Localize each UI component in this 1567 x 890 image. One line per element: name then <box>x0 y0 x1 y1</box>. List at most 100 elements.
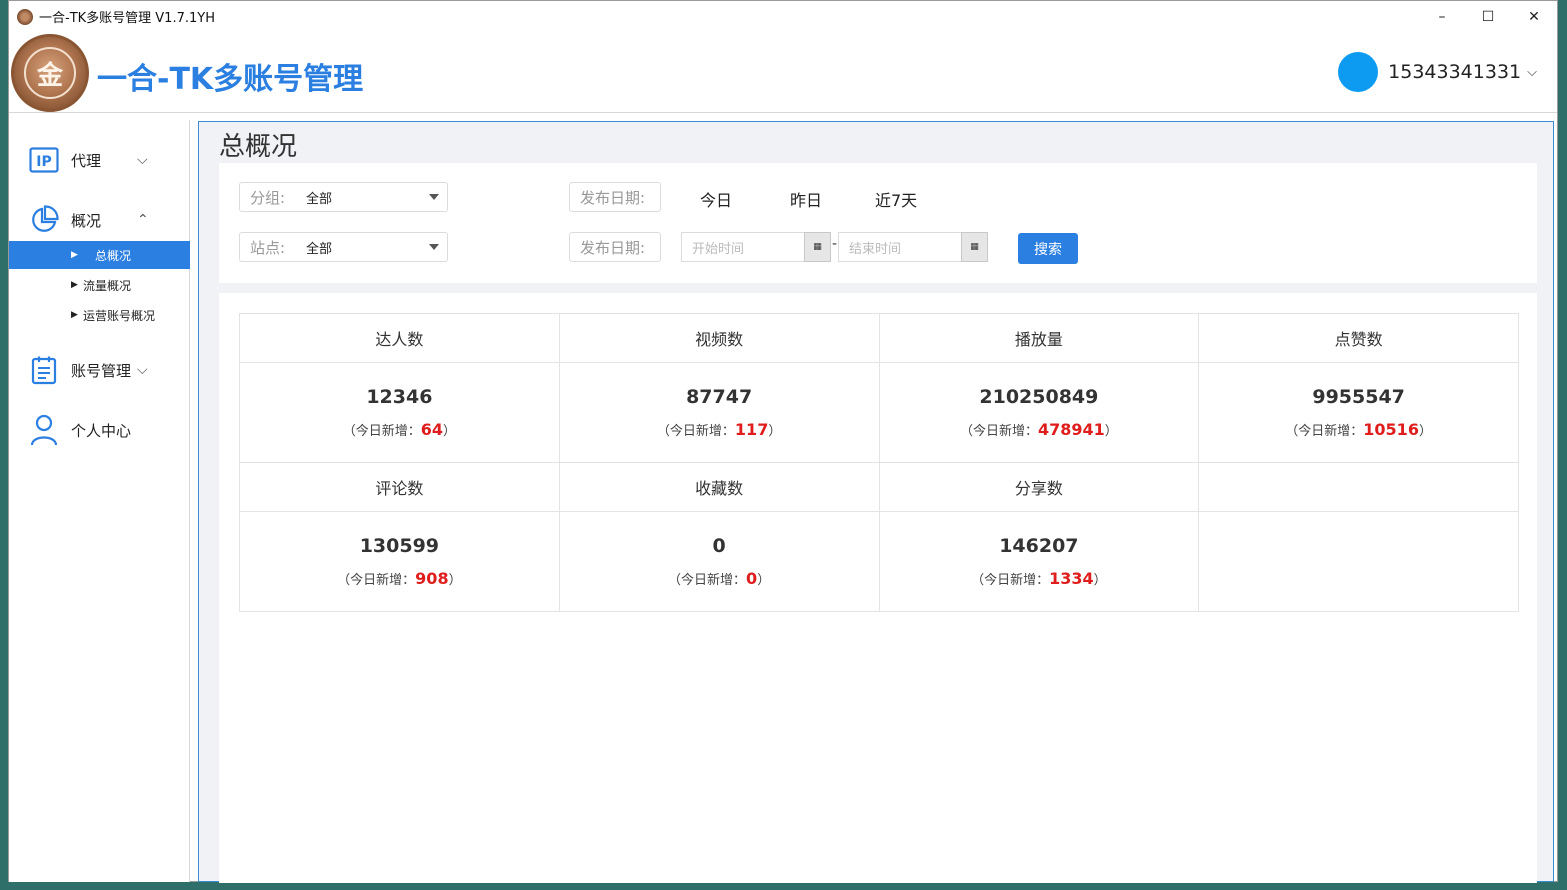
stat-value: 146207 <box>999 535 1079 557</box>
sidebar-subitem-label: 流量概况 <box>83 278 132 293</box>
sidebar-item-label: 概况 <box>71 211 102 230</box>
stat-increase: （今日新增：0） <box>668 569 771 588</box>
stat-value: 210250849 <box>979 386 1099 408</box>
sidebar-subitem-traffic-overview[interactable]: ▶ 流量概况 <box>9 271 190 299</box>
app-header: 金 一合-TK多账号管理 15343341331 ⌵ <box>9 32 1557 113</box>
stat-value: 87747 <box>686 386 753 408</box>
stat-increase-value: 0 <box>746 569 758 588</box>
stats-grid: 达人数 视频数 播放量 点赞数 12346 （今日新增：64） 87747 （今… <box>239 313 1519 612</box>
pie-chart-icon <box>29 205 59 235</box>
publish-date-label: 发布日期: <box>569 182 661 212</box>
site-select[interactable]: 站点: 全部 <box>239 232 448 262</box>
group-label: 分组: <box>250 188 286 207</box>
sidebar-item-label: 账号管理 <box>71 361 132 380</box>
sidebar-item-personal-center[interactable]: 个人中心 <box>9 410 190 450</box>
stat-cell-plays: 210250849 （今日新增：478941） <box>879 363 1200 463</box>
chevron-down-icon: ⌵ <box>137 152 148 168</box>
stat-cell-comments: 130599 （今日新增：908） <box>240 512 560 612</box>
stat-value: 9955547 <box>1312 386 1405 408</box>
quick-date-today[interactable]: 今日 <box>700 187 732 211</box>
ip-icon: IP <box>29 145 59 175</box>
sidebar-item-label: 代理 <box>71 151 102 170</box>
site-label: 站点: <box>250 238 286 257</box>
stat-label-plays: 播放量 <box>879 314 1200 363</box>
search-button[interactable]: 搜索 <box>1018 233 1078 264</box>
chevron-up-icon: ⌃ <box>137 212 149 228</box>
stat-cell-videos: 87747 （今日新增：117） <box>559 363 880 463</box>
stat-increase: （今日新增：117） <box>656 420 782 439</box>
minimize-button[interactable]: – <box>1419 1 1465 32</box>
stat-increase: （今日新增：10516） <box>1285 420 1432 439</box>
sidebar-subitem-label: 运营账号概况 <box>83 308 156 323</box>
stat-label-favorites: 收藏数 <box>559 463 880 512</box>
stat-label-likes: 点赞数 <box>1199 314 1519 363</box>
stat-label-videos: 视频数 <box>559 314 880 363</box>
stat-increase: （今日新增：478941） <box>959 420 1118 439</box>
app-window: 一合-TK多账号管理 V1.7.1YH – ☐ ✕ 金 一合-TK多账号管理 1… <box>8 0 1558 883</box>
clipboard-icon <box>29 355 59 385</box>
stat-increase: （今日新增：1334） <box>971 569 1107 588</box>
sidebar-item-account-management[interactable]: 账号管理 ⌵ <box>9 350 190 390</box>
stat-label-comments: 评论数 <box>240 463 560 512</box>
app-icon <box>17 8 33 25</box>
stats-header-row: 达人数 视频数 播放量 点赞数 <box>240 314 1519 363</box>
chevron-down-icon[interactable]: ⌵ <box>1527 65 1537 80</box>
window-controls: – ☐ ✕ <box>1419 1 1557 32</box>
logo-mark: 金 <box>24 47 76 99</box>
calendar-icon[interactable]: ▦ <box>804 232 831 262</box>
stat-label-empty <box>1199 463 1519 512</box>
sidebar-subitem-account-overview[interactable]: ▶ 运营账号概况 <box>9 301 190 329</box>
stat-cell-shares: 146207 （今日新增：1334） <box>879 512 1200 612</box>
stat-increase-value: 1334 <box>1049 569 1094 588</box>
sidebar-item-proxy[interactable]: IP 代理 ⌵ <box>9 140 190 180</box>
caret-down-icon <box>429 194 439 200</box>
title-bar: 一合-TK多账号管理 V1.7.1YH – ☐ ✕ <box>9 1 1557 32</box>
svg-text:IP: IP <box>36 154 51 170</box>
stat-cell-likes: 9955547 （今日新增：10516） <box>1199 363 1519 463</box>
publish-date-range-label: 发布日期: <box>569 232 661 262</box>
logo: 金 <box>11 34 89 112</box>
username[interactable]: 15343341331 <box>1388 61 1521 83</box>
group-value: 全部 <box>306 191 333 207</box>
stat-increase: （今日新增：64） <box>342 420 457 439</box>
stat-increase-value: 908 <box>415 569 449 588</box>
avatar[interactable] <box>1338 52 1379 92</box>
brand-title: 一合-TK多账号管理 <box>97 62 364 97</box>
stat-label-influencers: 达人数 <box>240 314 560 363</box>
calendar-icon[interactable]: ▦ <box>961 232 988 262</box>
sidebar-subitem-label: 总概况 <box>95 248 132 263</box>
sidebar-subitem-total-overview[interactable]: ▶ 总概况 <box>9 241 190 269</box>
stat-cell-empty <box>1199 512 1519 612</box>
caret-down-icon <box>429 244 439 250</box>
stat-value: 130599 <box>359 535 440 557</box>
sidebar-item-label: 个人中心 <box>71 421 132 440</box>
stat-increase-value: 64 <box>420 420 443 439</box>
triangle-right-icon: ▶ <box>71 280 78 290</box>
stats-panel: 达人数 视频数 播放量 点赞数 12346 （今日新增：64） 87747 （今… <box>219 293 1537 883</box>
stats-header-row: 评论数 收藏数 分享数 <box>240 463 1519 512</box>
user-icon <box>29 414 59 446</box>
user-menu[interactable]: 15343341331 ⌵ <box>1338 52 1537 92</box>
stat-value: 0 <box>712 535 726 557</box>
quick-date-yesterday[interactable]: 昨日 <box>790 187 822 211</box>
stat-cell-influencers: 12346 （今日新增：64） <box>240 363 560 463</box>
date-range-separator: - <box>832 236 838 252</box>
site-value: 全部 <box>306 241 333 257</box>
stat-increase-value: 10516 <box>1363 420 1419 439</box>
sidebar-item-overview[interactable]: 概况 ⌃ <box>9 200 190 240</box>
group-select[interactable]: 分组: 全部 <box>239 182 448 212</box>
filter-panel: 分组: 全部 站点: 全部 发布日期: 今日 昨日 近7天 发布日期: 开始时间… <box>219 163 1537 283</box>
chevron-down-icon: ⌵ <box>137 362 148 378</box>
stats-value-row: 12346 （今日新增：64） 87747 （今日新增：117） 2102508… <box>240 363 1519 463</box>
quick-date-last-7-days[interactable]: 近7天 <box>875 187 917 211</box>
stat-cell-favorites: 0 （今日新增：0） <box>559 512 880 612</box>
main-content: 总概况 分组: 全部 站点: 全部 发布日期: 今日 昨日 近7天 发布日期: … <box>198 121 1554 883</box>
maximize-button[interactable]: ☐ <box>1465 1 1511 32</box>
stat-increase: （今日新增：908） <box>337 569 462 588</box>
triangle-right-icon: ▶ <box>71 250 78 260</box>
stats-value-row: 130599 （今日新增：908） 0 （今日新增：0） 146207 （今日新… <box>240 512 1519 612</box>
triangle-right-icon: ▶ <box>71 310 78 320</box>
stat-value: 12346 <box>366 386 433 408</box>
close-button[interactable]: ✕ <box>1511 1 1557 32</box>
sidebar: IP 代理 ⌵ 概况 ⌃ ▶ 总概况 ▶ 流量概况 ▶ 运营账号概况 账号管理 … <box>9 120 190 882</box>
